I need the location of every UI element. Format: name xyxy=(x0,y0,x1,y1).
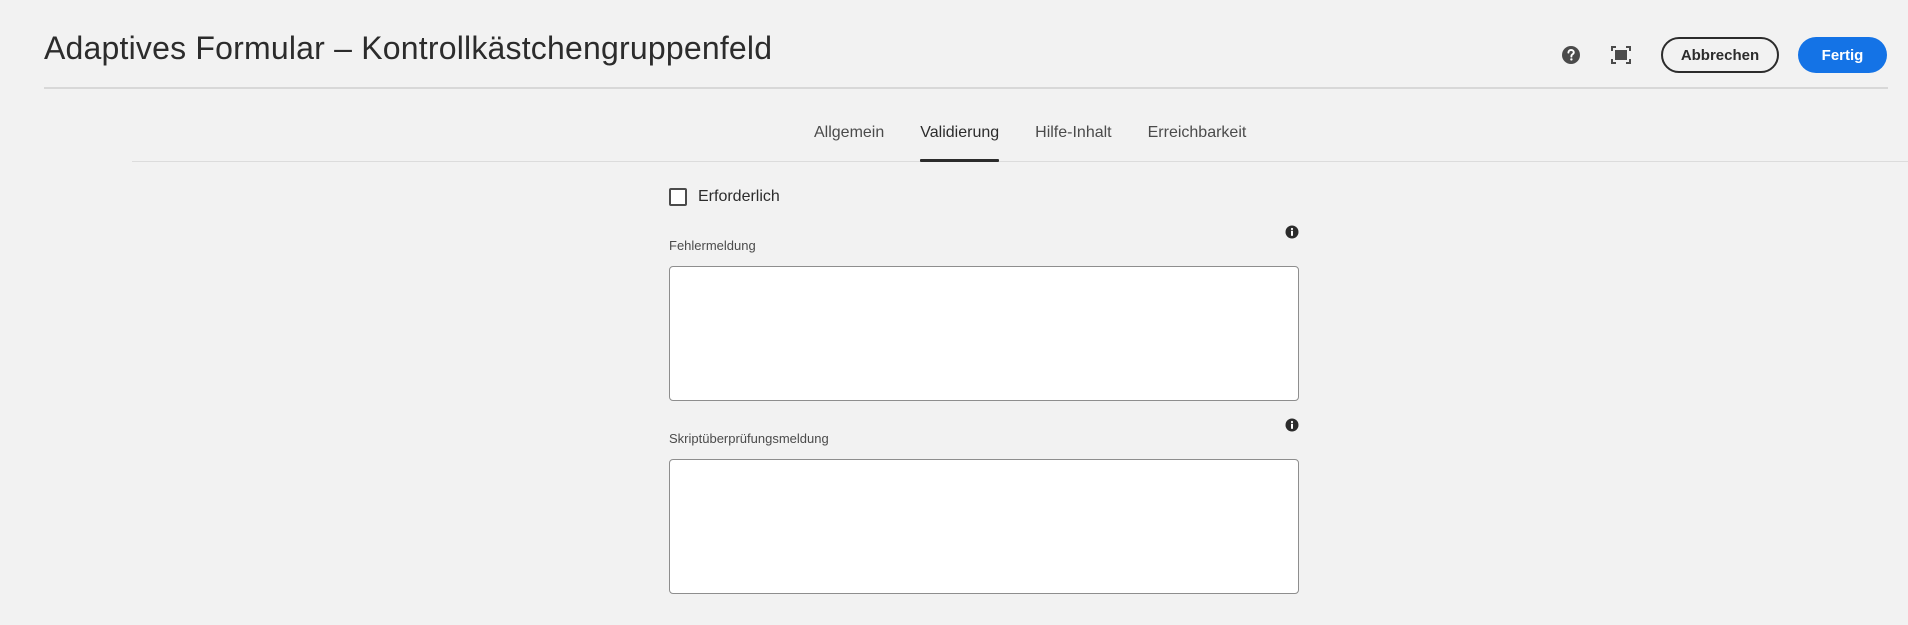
tab-allgemein[interactable]: Allgemein xyxy=(814,117,884,161)
required-checkbox-row[interactable]: Erforderlich xyxy=(669,188,780,206)
error-message-label: Fehlermeldung xyxy=(669,238,756,253)
help-circle-icon xyxy=(1562,46,1580,64)
tab-hilfe-inhalt[interactable]: Hilfe-Inhalt xyxy=(1035,117,1111,161)
required-checkbox-label: Erforderlich xyxy=(698,188,780,205)
required-checkbox[interactable] xyxy=(669,188,687,206)
info-icon[interactable] xyxy=(1285,225,1299,239)
header-actions: Abbrechen Fertig xyxy=(1553,37,1887,73)
info-icon[interactable] xyxy=(1285,418,1299,432)
tab-list: Allgemein Validierung Hilfe-Inhalt Errei… xyxy=(814,117,1282,162)
error-message-field[interactable] xyxy=(669,266,1299,401)
dialog-page: Adaptives Formular – Kontrollkästchengru… xyxy=(0,0,1908,625)
page-title: Adaptives Formular – Kontrollkästchengru… xyxy=(44,30,773,66)
help-icon[interactable] xyxy=(1553,37,1589,73)
fullscreen-icon[interactable] xyxy=(1603,37,1639,73)
tab-erreichbarkeit[interactable]: Erreichbarkeit xyxy=(1148,117,1247,161)
cancel-button[interactable]: Abbrechen xyxy=(1661,37,1779,73)
fullscreen-glyph-icon xyxy=(1611,46,1631,64)
script-validation-message-label: Skriptüberprüfungsmeldung xyxy=(669,431,829,446)
done-button[interactable]: Fertig xyxy=(1798,37,1887,73)
tab-bar: Allgemein Validierung Hilfe-Inhalt Errei… xyxy=(132,117,1908,162)
header-divider xyxy=(44,87,1888,89)
script-validation-message-field[interactable] xyxy=(669,459,1299,594)
tab-validierung[interactable]: Validierung xyxy=(920,117,999,162)
